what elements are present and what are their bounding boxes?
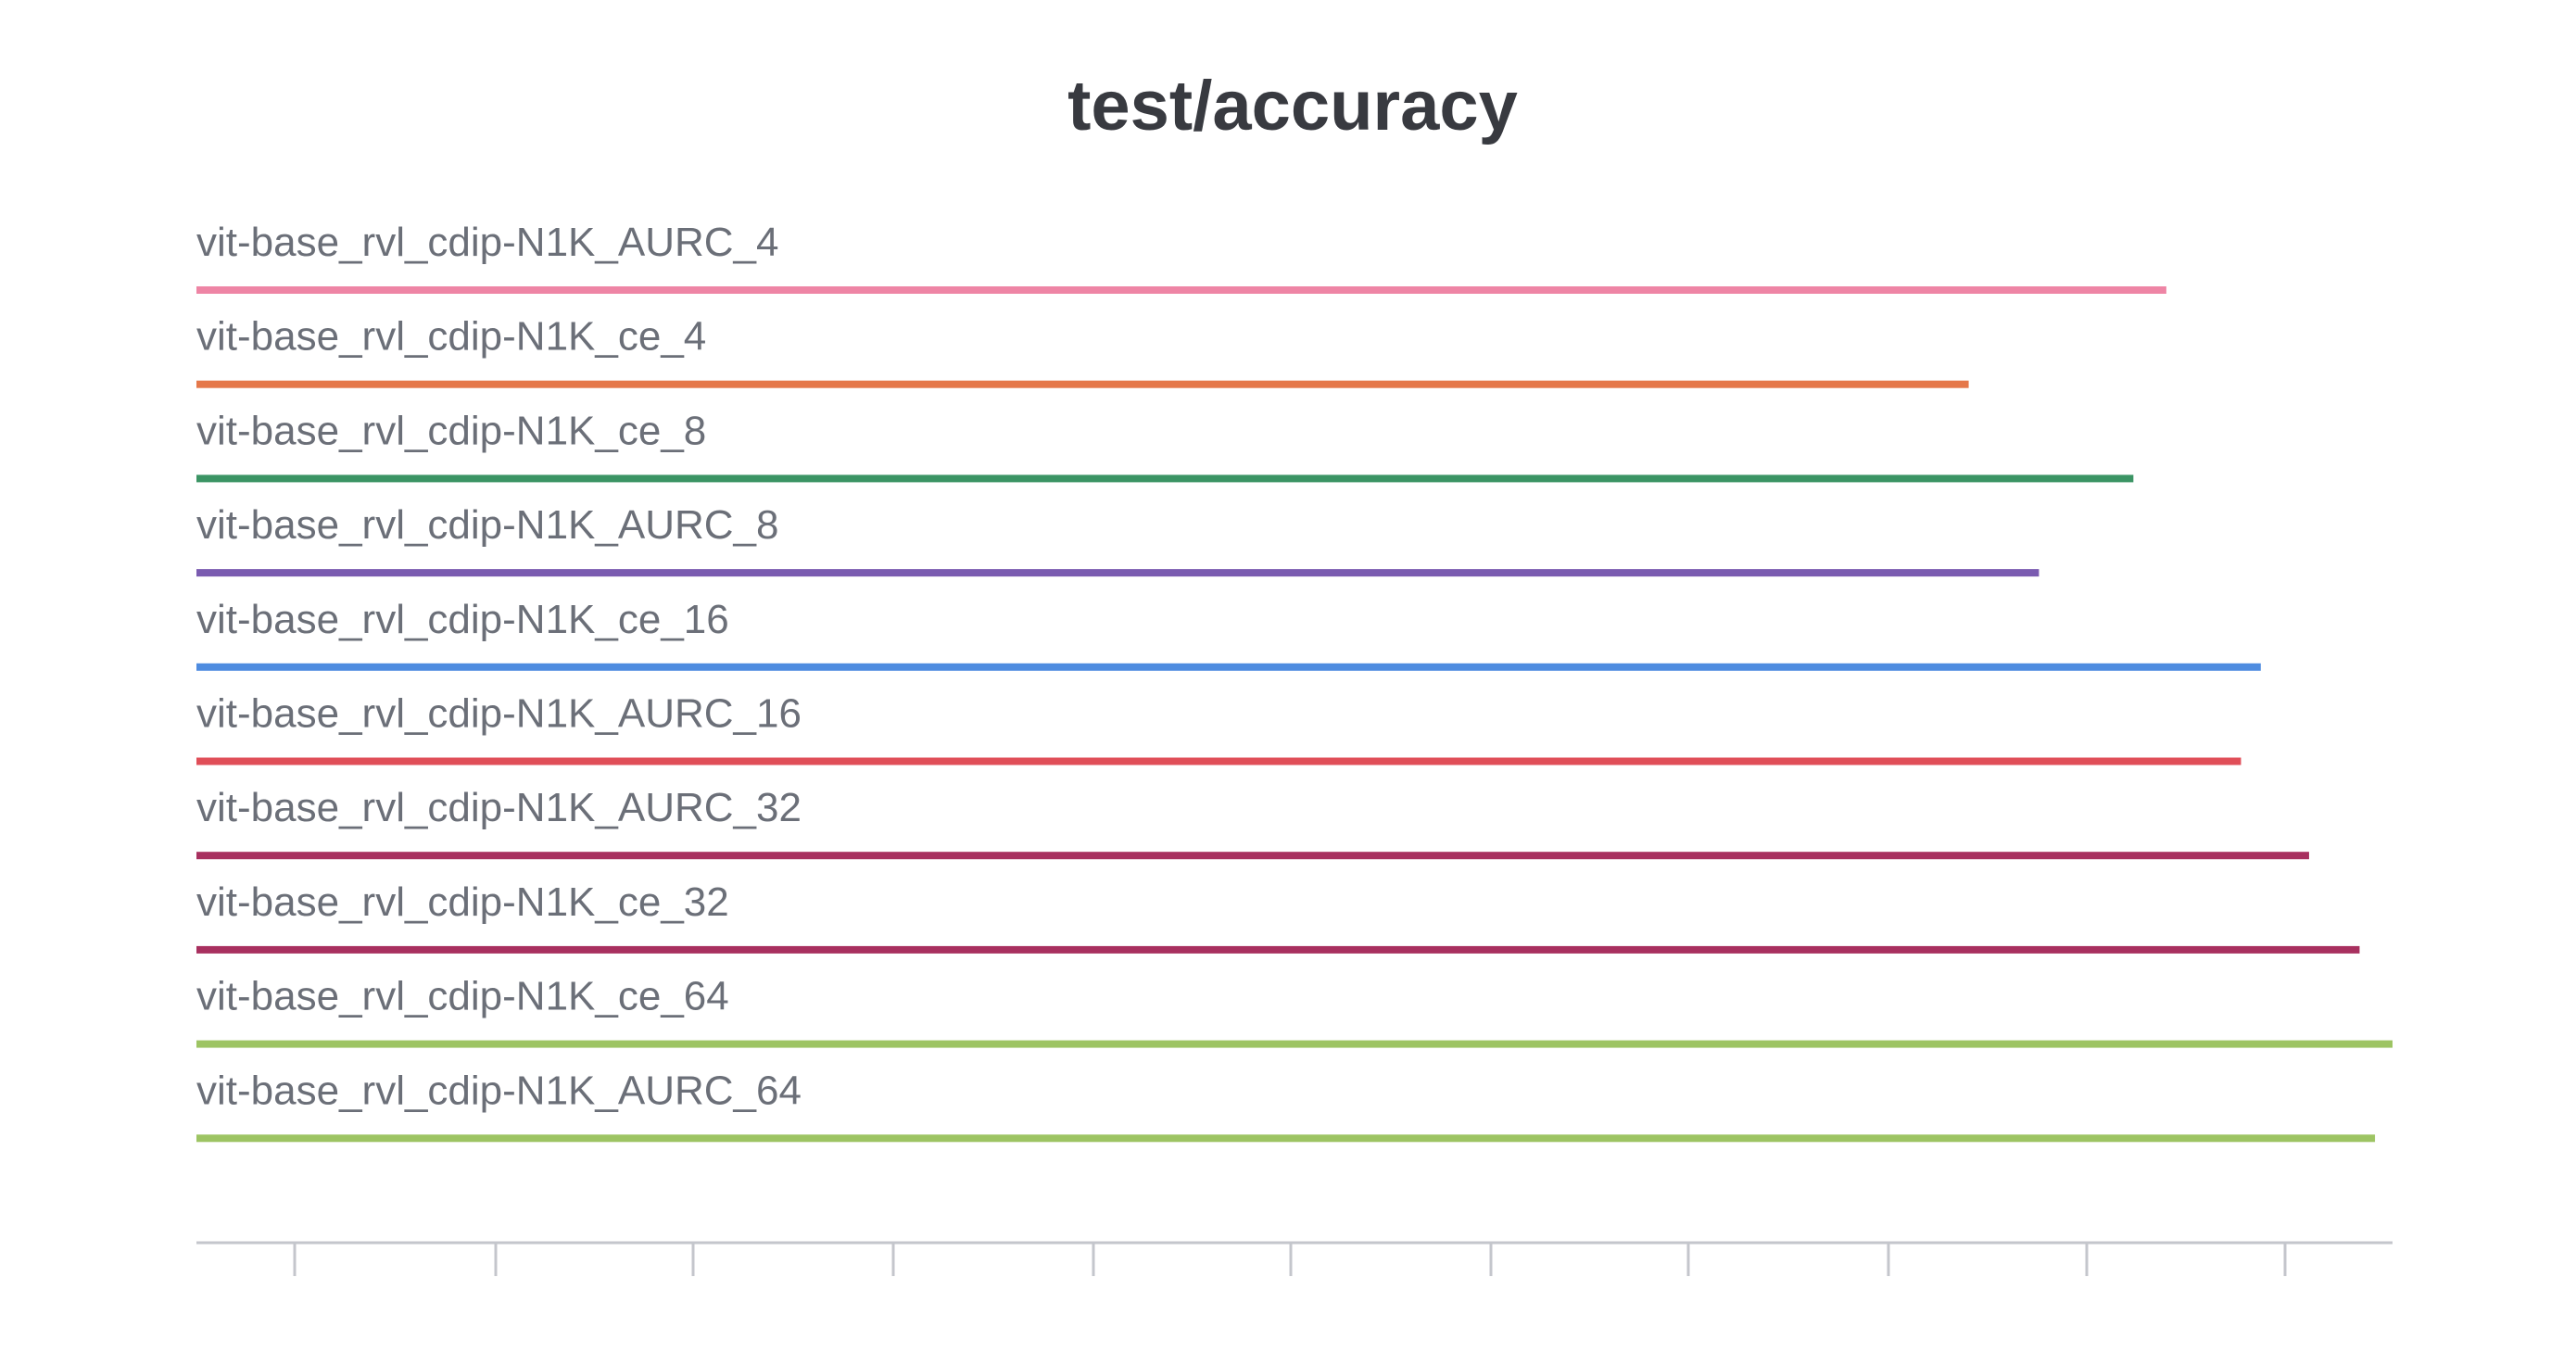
bar[interactable] (196, 1134, 2376, 1143)
bar[interactable] (196, 852, 2309, 860)
bar-label: vit-base_rvl_cdip-N1K_AURC_32 (196, 785, 802, 830)
bar[interactable] (196, 569, 2039, 577)
bar-label: vit-base_rvl_cdip-N1K_ce_8 (196, 408, 706, 453)
bar[interactable] (196, 380, 1969, 388)
accuracy-bar-chart: test/accuracy vit-base_rvl_cdip-N1K_AURC… (196, 67, 2393, 1276)
bar-label: vit-base_rvl_cdip-N1K_ce_32 (196, 879, 729, 925)
bar-label: vit-base_rvl_cdip-N1K_ce_64 (196, 974, 729, 1019)
bar-label: vit-base_rvl_cdip-N1K_AURC_16 (196, 691, 802, 737)
bar-label: vit-base_rvl_cdip-N1K_AURC_64 (196, 1068, 802, 1113)
bars-group: vit-base_rvl_cdip-N1K_AURC_4 vit-base_rvl… (196, 220, 2393, 1143)
chart-title: test/accuracy (1067, 67, 1518, 145)
bar[interactable] (196, 474, 2134, 483)
x-axis (196, 1241, 2393, 1276)
bar[interactable] (196, 757, 2241, 765)
bar[interactable] (196, 286, 2166, 294)
bar-label: vit-base_rvl_cdip-N1K_ce_16 (196, 597, 729, 642)
bar-label: vit-base_rvl_cdip-N1K_AURC_8 (196, 502, 778, 548)
bar-label: vit-base_rvl_cdip-N1K_ce_4 (196, 314, 706, 360)
bar-label: vit-base_rvl_cdip-N1K_AURC_4 (196, 220, 778, 265)
bar[interactable] (196, 945, 2360, 954)
bar[interactable] (196, 1040, 2393, 1048)
bar[interactable] (196, 663, 2261, 671)
